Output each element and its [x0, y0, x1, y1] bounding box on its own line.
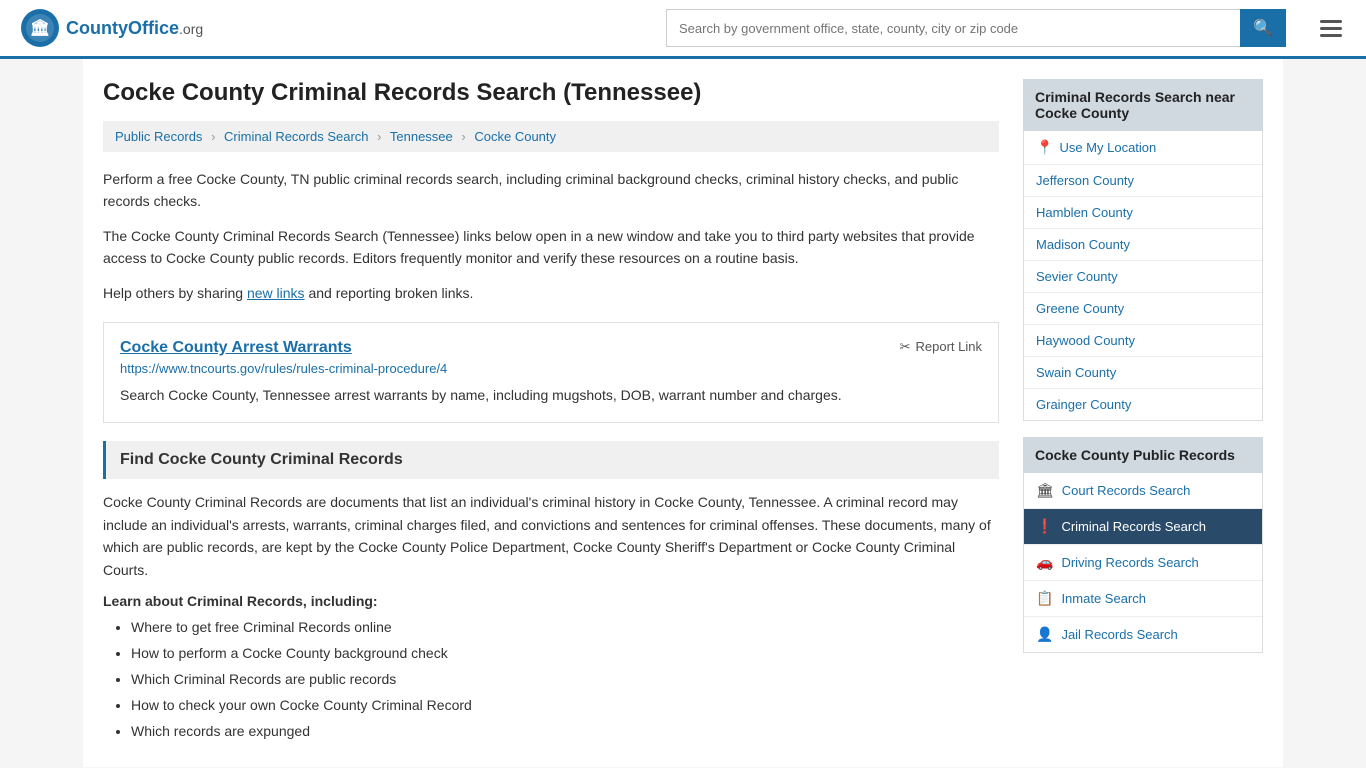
search-input[interactable] [666, 9, 1240, 47]
record-icon: 🚗 [1036, 554, 1053, 571]
description-2: The Cocke County Criminal Records Search… [103, 225, 999, 270]
learn-item: Which records are expunged [131, 721, 999, 742]
public-records-list: 🏛Court Records Search❗Criminal Records S… [1023, 473, 1263, 653]
learn-item: How to perform a Cocke County background… [131, 643, 999, 664]
breadcrumb-cocke-county[interactable]: Cocke County [474, 129, 556, 144]
learn-item: Which Criminal Records are public record… [131, 669, 999, 690]
learn-item: How to check your own Cocke County Crimi… [131, 695, 999, 716]
search-container: 🔍 [666, 9, 1286, 47]
report-link-button[interactable]: ✂ Report Link [900, 339, 982, 355]
breadcrumb-criminal-records[interactable]: Criminal Records Search [224, 129, 369, 144]
nearby-county-item[interactable]: Haywood County [1024, 325, 1262, 357]
nearby-county-item[interactable]: Swain County [1024, 357, 1262, 389]
breadcrumb-public-records[interactable]: Public Records [115, 129, 202, 144]
public-record-item[interactable]: 🚗Driving Records Search [1024, 545, 1262, 581]
nearby-county-item[interactable]: Grainger County [1024, 389, 1262, 420]
menu-icon-line1 [1320, 20, 1342, 23]
learn-heading: Learn about Criminal Records, including: [103, 593, 999, 609]
record-icon: 👤 [1036, 626, 1053, 643]
learn-list: Where to get free Criminal Records onlin… [103, 617, 999, 742]
warrant-section: ✂ Report Link Cocke County Arrest Warran… [103, 322, 999, 423]
description-1: Perform a free Cocke County, TN public c… [103, 168, 999, 213]
breadcrumb-tennessee[interactable]: Tennessee [390, 129, 453, 144]
nearby-county-item[interactable]: Jefferson County [1024, 165, 1262, 197]
public-record-item[interactable]: 📋Inmate Search [1024, 581, 1262, 617]
warrant-title[interactable]: Cocke County Arrest Warrants [120, 339, 982, 357]
menu-button[interactable] [1316, 12, 1346, 45]
public-record-item[interactable]: 🏛Court Records Search [1024, 473, 1262, 509]
logo-text: CountyOffice.org [66, 18, 203, 39]
public-records-header: Cocke County Public Records [1023, 437, 1263, 473]
menu-icon-line3 [1320, 34, 1342, 37]
learn-item: Where to get free Criminal Records onlin… [131, 617, 999, 638]
search-button[interactable]: 🔍 [1240, 9, 1286, 47]
nearby-county-item[interactable]: Greene County [1024, 293, 1262, 325]
description-3: Help others by sharing new links and rep… [103, 282, 999, 304]
logo[interactable]: 🏛 CountyOffice.org [20, 8, 203, 48]
menu-icon-line2 [1320, 27, 1342, 30]
nearby-county-item[interactable]: Sevier County [1024, 261, 1262, 293]
warrant-url[interactable]: https://www.tncourts.gov/rules/rules-cri… [120, 361, 982, 376]
page-title: Cocke County Criminal Records Search (Te… [103, 79, 999, 107]
record-icon: ❗ [1036, 518, 1053, 535]
nearby-county-item[interactable]: Hamblen County [1024, 197, 1262, 229]
warrant-description: Search Cocke County, Tennessee arrest wa… [120, 384, 982, 406]
public-record-item[interactable]: ❗Criminal Records Search [1024, 509, 1262, 545]
record-icon: 📋 [1036, 590, 1053, 607]
nearby-counties-list: Use My Location Jefferson CountyHamblen … [1023, 131, 1263, 421]
nearby-header: Criminal Records Search near Cocke Count… [1023, 79, 1263, 131]
logo-icon: 🏛 [20, 8, 60, 48]
use-location[interactable]: Use My Location [1024, 131, 1262, 165]
find-records-paragraph: Cocke County Criminal Records are docume… [103, 491, 999, 581]
new-links-link[interactable]: new links [247, 285, 305, 301]
breadcrumb: Public Records › Criminal Records Search… [103, 121, 999, 152]
public-record-item[interactable]: 👤Jail Records Search [1024, 617, 1262, 652]
find-records-header: Find Cocke County Criminal Records [103, 441, 999, 479]
nearby-county-item[interactable]: Madison County [1024, 229, 1262, 261]
record-icon: 🏛 [1036, 482, 1054, 499]
svg-text:🏛: 🏛 [30, 18, 50, 37]
